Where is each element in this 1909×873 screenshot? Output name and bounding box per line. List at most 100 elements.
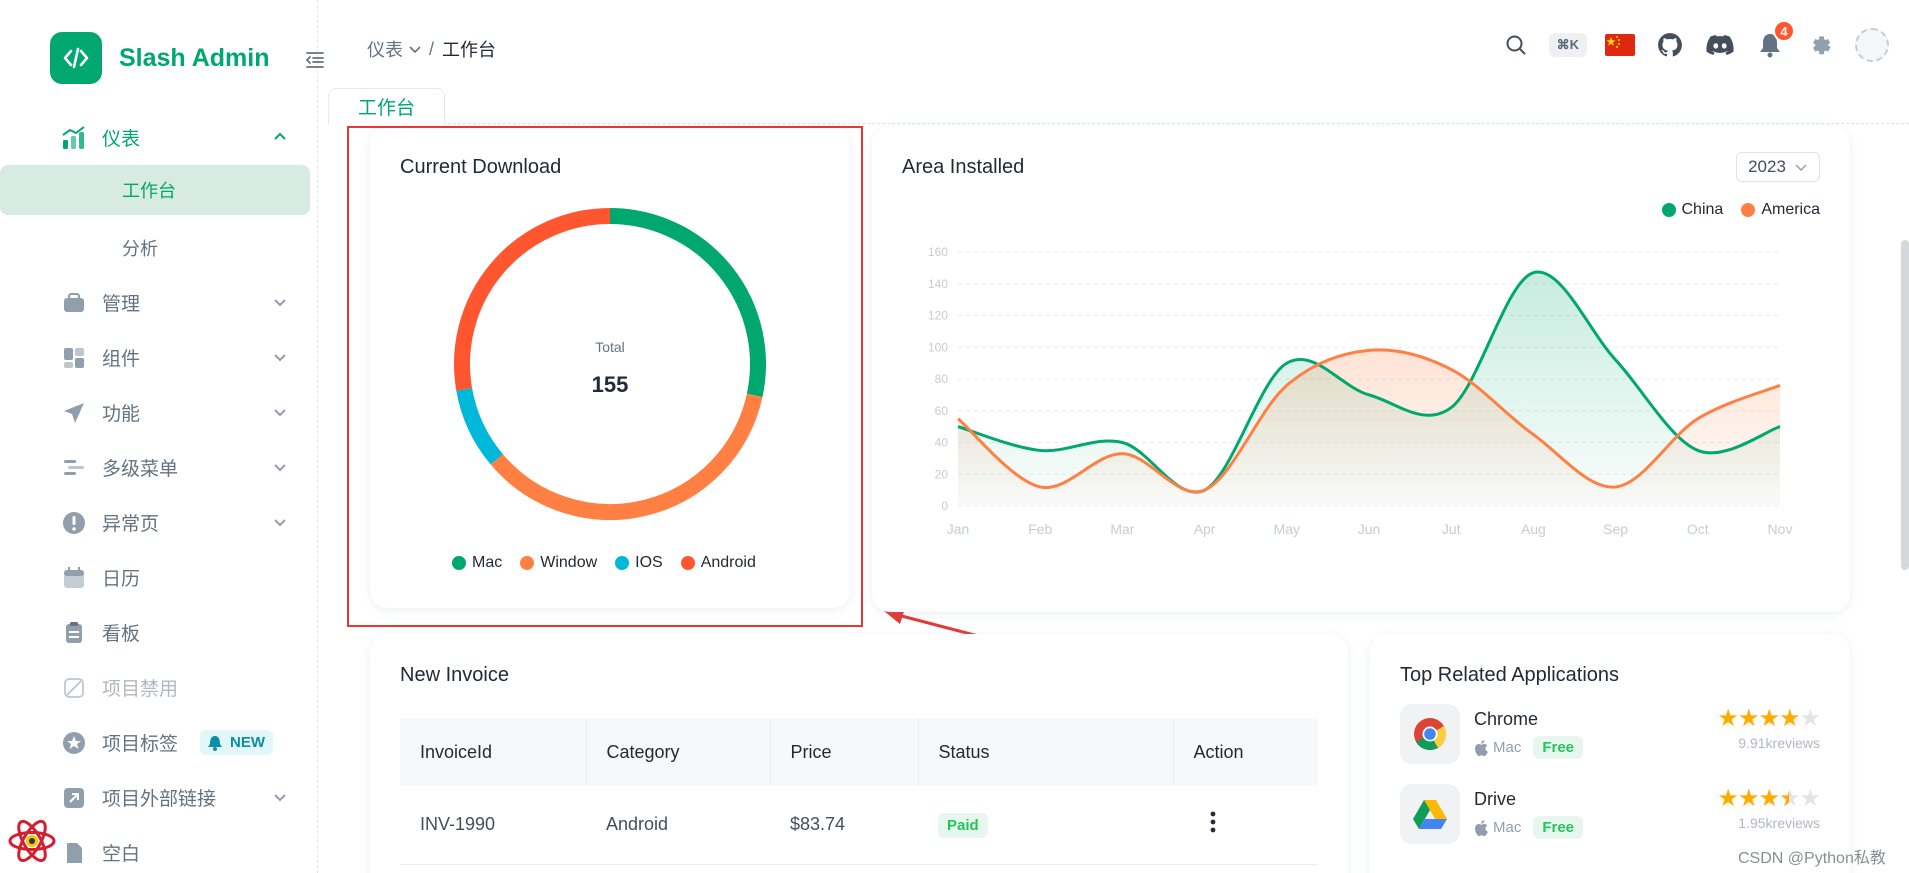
column-header[interactable]: Category (586, 718, 771, 786)
bell-small-icon (208, 735, 223, 751)
chevron-down-icon (274, 354, 286, 362)
breadcrumb-parent[interactable]: 仪表 (367, 36, 403, 62)
new-invoice-card: New Invoice InvoiceId Category Price Sta… (370, 634, 1348, 873)
clipboard-icon (60, 619, 88, 647)
apple-icon (1475, 739, 1488, 756)
chevron-down-icon (274, 464, 286, 472)
sidebar-item-functions[interactable]: 功能 (0, 385, 318, 440)
column-header[interactable]: Action (1173, 718, 1318, 786)
sidebar-item-dashboard[interactable]: 仪表 (0, 110, 318, 165)
card-title: Top Related Applications (1400, 664, 1620, 686)
settings-gear-icon[interactable] (1805, 30, 1835, 60)
x-tick-label: Jun (1358, 521, 1381, 537)
x-tick-label: Aug (1521, 521, 1546, 537)
y-tick-label: 80 (935, 372, 949, 386)
column-header[interactable]: Status (918, 718, 1174, 786)
y-tick-label: 140 (928, 277, 948, 291)
brand-name: Slash Admin (119, 43, 270, 72)
app-rating: ★★★★★ 1.95kreviews (1717, 784, 1821, 831)
review-count: 1.95kreviews (1738, 815, 1820, 831)
chrome-icon (1400, 704, 1460, 764)
star-rating: ★★★★★ (1717, 785, 1821, 812)
y-tick-label: 120 (928, 309, 948, 323)
user-avatar[interactable] (1855, 28, 1889, 62)
sidebar-subitem-analysis[interactable]: 分析 (0, 220, 318, 275)
list-item[interactable]: Chrome Mac Free ★★★★★ 9.91kreviews (1400, 704, 1821, 764)
calendar-icon (60, 564, 88, 592)
china-flag-icon[interactable] (1605, 34, 1635, 56)
sidebar-item-components[interactable]: 组件 (0, 330, 318, 385)
logo-code-icon (50, 32, 102, 84)
breadcrumb-current: 工作台 (442, 40, 497, 60)
tab-bar: 工作台 (328, 88, 1909, 124)
area-installed-card: Area Installed 2023 China America 0 20 40 60… (872, 126, 1850, 612)
github-icon[interactable] (1655, 30, 1685, 60)
external-link-icon (60, 784, 88, 812)
y-tick-label: 60 (935, 404, 949, 418)
sidebar: Slash Admin 仪表 工作台 分析 管理 组件 功能 多级菜单 异常页 … (0, 0, 324, 873)
chevron-down-icon (274, 794, 286, 802)
app-name: Chrome (1474, 709, 1539, 729)
x-tick-label: Jut (1442, 521, 1461, 537)
sidebar-subitem-workbench[interactable]: 工作台 (0, 165, 310, 215)
discord-icon[interactable] (1705, 30, 1735, 60)
more-vertical-icon[interactable] (1209, 810, 1217, 834)
star-badge-icon (60, 729, 88, 757)
exclamation-icon (60, 509, 88, 537)
list-item[interactable]: Drive Mac Free ★★★★★ 1.95kreviews (1400, 784, 1821, 844)
page-scrollbar[interactable] (1901, 240, 1909, 570)
apple-icon (1475, 819, 1488, 836)
sidebar-menu: 仪表 工作台 分析 管理 组件 功能 多级菜单 异常页 日历 看板 项目禁用 项… (0, 110, 318, 873)
shortcut-badge[interactable]: ⌘K (1548, 33, 1587, 57)
area-installed-chart: 0 20 40 60 80 100 120 140 160 Jan Feb Mar Apr May Jun J… (928, 245, 1793, 537)
x-tick-label: Apr (1194, 521, 1216, 537)
search-icon[interactable] (1501, 30, 1531, 60)
y-tick-label: 100 (928, 340, 948, 354)
invoice-table: InvoiceId Category Price Status Action I… (400, 718, 1318, 865)
y-tick-label: 0 (941, 499, 948, 513)
x-tick-label: Oct (1687, 521, 1709, 537)
watermark: CSDN @Python私教 (1738, 850, 1886, 867)
star-rating: ★★★★★ (1717, 705, 1821, 732)
column-header[interactable]: InvoiceId (400, 718, 587, 786)
app-platform: Mac (1493, 739, 1522, 756)
invoice-price: $83.74 (770, 786, 918, 865)
sidebar-item-kanban[interactable]: 看板 (0, 605, 318, 660)
x-tick-label: Mar (1110, 521, 1134, 537)
app-rating: ★★★★★ 9.91kreviews (1717, 704, 1821, 751)
chevron-down-icon (274, 299, 286, 307)
x-tick-label: Nov (1768, 521, 1793, 537)
sidebar-item-multilevel[interactable]: 多级菜单 (0, 440, 318, 495)
sidebar-item-errors[interactable]: 异常页 (0, 495, 318, 550)
notification-bell-icon[interactable]: 4 (1755, 20, 1795, 60)
notification-count: 4 (1773, 20, 1795, 42)
multilevel-menu-icon (60, 454, 88, 482)
top-header: 仪表 / 工作台 ⌘K 4 (318, 0, 1909, 90)
breadcrumb: 仪表 / 工作台 (367, 36, 496, 62)
table-row: INV-1990 Android $83.74 Paid (400, 786, 1318, 865)
disabled-icon (60, 674, 88, 702)
chevron-down-icon[interactable] (407, 41, 423, 57)
tab-workbench[interactable]: 工作台 (328, 88, 445, 124)
new-badge: NEW (200, 730, 274, 755)
blank-page-icon (60, 839, 88, 867)
react-devtools-icon[interactable] (6, 815, 58, 867)
header-toolbar: ⌘K 4 (1481, 20, 1889, 62)
price-badge: Free (1533, 736, 1584, 759)
chevron-down-icon (274, 519, 286, 527)
price-badge: Free (1533, 816, 1584, 839)
sidebar-item-calendar[interactable]: 日历 (0, 550, 318, 605)
brand[interactable]: Slash Admin (50, 32, 270, 84)
x-tick-label: Jan (947, 521, 970, 537)
sidebar-item-disabled: 项目禁用 (0, 660, 318, 715)
chevron-down-icon (274, 409, 286, 417)
app-root: Slash Admin 仪表 工作台 分析 管理 组件 功能 多级菜单 异常页 … (0, 0, 1909, 873)
invoice-id: INV-1990 (400, 786, 586, 865)
invoice-category: Android (586, 786, 770, 865)
sidebar-item-label-tag[interactable]: 项目标签 NEW (0, 715, 318, 770)
sidebar-item-management[interactable]: 管理 (0, 275, 318, 330)
column-header[interactable]: Price (770, 718, 919, 786)
y-tick-label: 40 (935, 436, 949, 450)
app-platform: Mac (1493, 819, 1522, 836)
management-icon (60, 289, 88, 317)
